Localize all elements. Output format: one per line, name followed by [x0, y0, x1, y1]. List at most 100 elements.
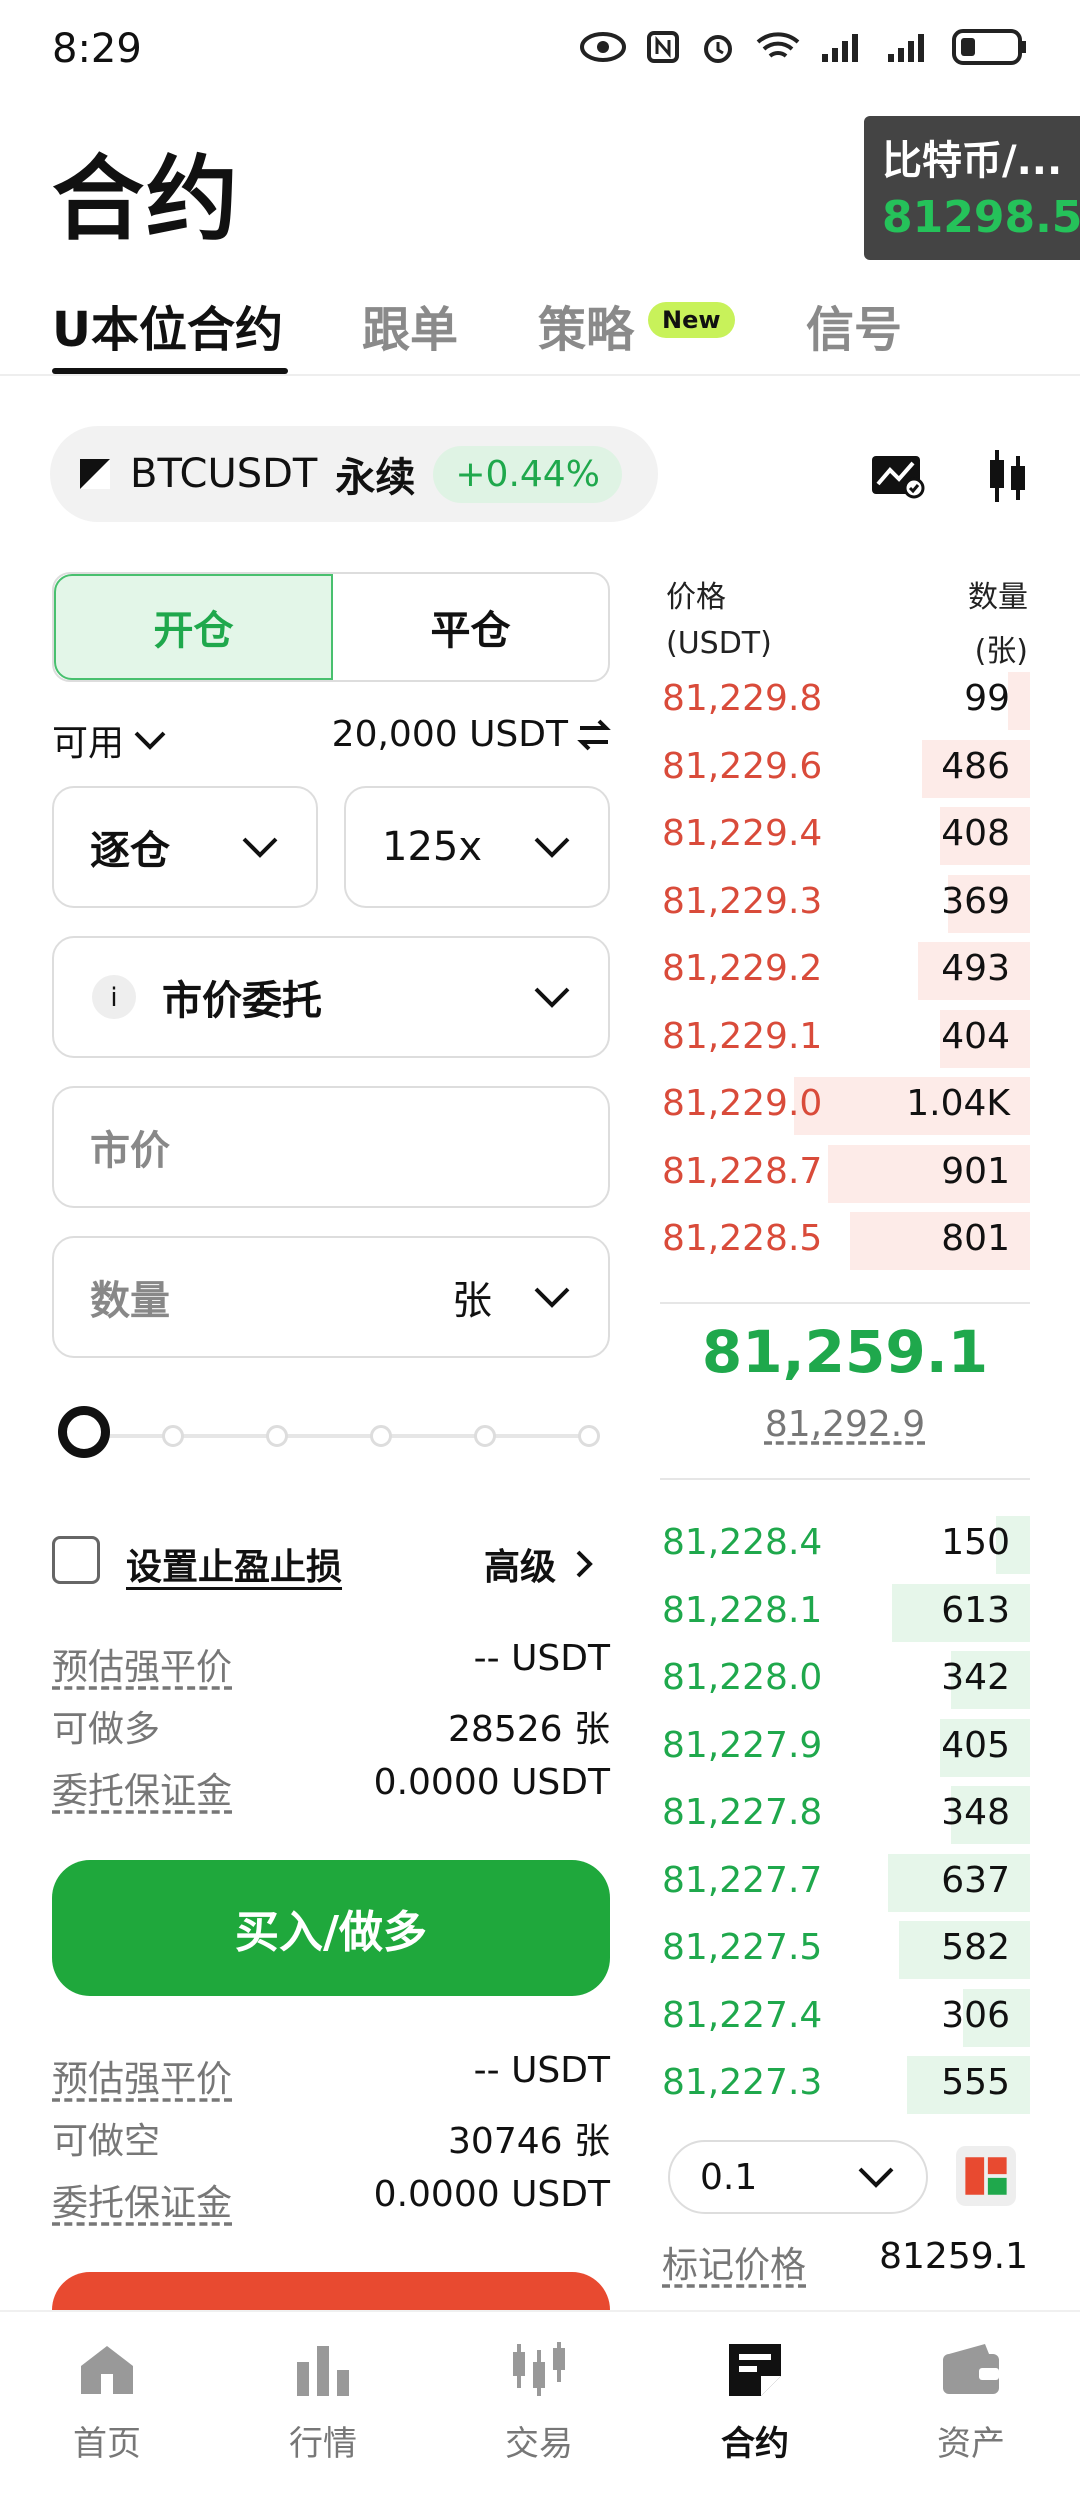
bid-price: 81,227.9: [662, 1724, 823, 1766]
slider-tick[interactable]: [266, 1425, 288, 1447]
order-type-select[interactable]: i 市价委托: [52, 936, 610, 1058]
short-info-value: 30746 张: [448, 2121, 610, 2162]
available-dropdown[interactable]: 可用: [52, 714, 168, 766]
signal-icon-2: [888, 34, 924, 62]
ask-row[interactable]: 81,229.2 493: [656, 938, 1030, 1000]
page-title: 合约: [52, 146, 241, 253]
bid-qty: 348: [941, 1792, 1010, 1833]
tab-u-contract[interactable]: U本位合约: [52, 290, 283, 360]
ask-row[interactable]: 81,229.4 408: [656, 803, 1030, 865]
leverage-select[interactable]: 125x: [344, 786, 610, 908]
chart-icon[interactable]: [868, 446, 928, 506]
ask-row[interactable]: 81,229.3 369: [656, 871, 1030, 933]
nav-trade[interactable]: 交易: [464, 2338, 614, 2465]
last-price[interactable]: 81,259.1: [660, 1318, 1030, 1386]
slider-tick[interactable]: [474, 1425, 496, 1447]
open-position-tab[interactable]: 开仓: [54, 574, 333, 680]
bid-qty: 582: [941, 1927, 1010, 1968]
tp-sl-checkbox[interactable]: [52, 1536, 100, 1584]
tp-sl-label[interactable]: 设置止盈止损: [126, 1538, 342, 1590]
bid-qty: 637: [941, 1859, 1010, 1901]
ask-row[interactable]: 81,228.7 901: [656, 1141, 1030, 1203]
nav-assets[interactable]: 资产: [896, 2338, 1046, 2465]
bar-chart-icon: [291, 2338, 355, 2402]
margin-mode-select[interactable]: 逐仓: [52, 786, 318, 908]
long-info-key: 可做多: [52, 1709, 161, 1750]
long-info-value: 28526 张: [448, 1709, 610, 1750]
bid-row[interactable]: 81,228.0 342: [656, 1647, 1030, 1709]
top-tabs: U本位合约 跟单 策略 New 信号: [0, 280, 1080, 376]
bid-price: 81,228.4: [662, 1522, 823, 1563]
tab-strategy[interactable]: 策略: [538, 290, 634, 360]
slider-tick[interactable]: [162, 1425, 184, 1447]
bid-price: 81,227.5: [662, 1927, 823, 1968]
tab-signal[interactable]: 信号: [806, 290, 902, 360]
ask-row[interactable]: 81,229.0 1.04K: [656, 1073, 1030, 1135]
status-icons: [580, 28, 1028, 66]
symbol-selector[interactable]: BTCUSDT 永续 +0.44%: [50, 426, 658, 522]
buy-long-button[interactable]: 买入/做多: [52, 1860, 610, 1996]
new-badge: New: [648, 302, 735, 338]
ask-price: 81,229.3: [662, 880, 823, 922]
orderbook-divider: [660, 1478, 1030, 1480]
nav-contract[interactable]: 合约: [680, 2338, 830, 2465]
mark-price-label[interactable]: 标记价格: [662, 2236, 806, 2288]
long-info-row: 预估强平价 -- USDT: [52, 1638, 610, 1688]
bid-row[interactable]: 81,227.3 555: [656, 2052, 1030, 2114]
short-info-key[interactable]: 委托保证金: [52, 2174, 232, 2224]
bid-row[interactable]: 81,227.8 348: [656, 1782, 1030, 1844]
nav-home[interactable]: 首页: [32, 2338, 182, 2465]
bid-row[interactable]: 81,227.5 582: [656, 1917, 1030, 1979]
chevron-down-icon: [858, 2167, 894, 2188]
bid-row[interactable]: 81,228.1 613: [656, 1580, 1030, 1642]
bid-price: 81,227.3: [662, 2062, 823, 2103]
ask-row[interactable]: 81,229.8 99: [656, 668, 1030, 730]
eye-icon: [580, 32, 626, 62]
nav-label: 资产: [937, 2424, 1005, 2464]
long-info-key[interactable]: 委托保证金: [52, 1762, 232, 1812]
ask-qty: 369: [941, 880, 1010, 922]
bid-row[interactable]: 81,227.9 405: [656, 1715, 1030, 1777]
bid-qty: 613: [941, 1589, 1010, 1631]
nav-market[interactable]: 行情: [248, 2338, 398, 2465]
ask-price: 81,229.4: [662, 813, 823, 854]
quantity-input[interactable]: 数量 张: [52, 1236, 610, 1358]
ask-price: 81,229.1: [662, 1015, 823, 1057]
orderbook-layout-icon[interactable]: [956, 2146, 1016, 2206]
slider-tick[interactable]: [370, 1425, 392, 1447]
info-icon[interactable]: i: [90, 973, 138, 1021]
price-input[interactable]: 市价: [52, 1086, 610, 1208]
slider-thumb[interactable]: [58, 1406, 110, 1458]
chevron-down-icon[interactable]: [532, 1284, 572, 1310]
bid-row[interactable]: 81,227.7 637: [656, 1850, 1030, 1912]
bid-price: 81,228.0: [662, 1657, 823, 1698]
bid-row[interactable]: 81,228.4 150: [656, 1512, 1030, 1574]
floating-ticker[interactable]: 比特币/... 81298.5: [864, 116, 1080, 260]
ask-row[interactable]: 81,229.6 486: [656, 736, 1030, 798]
floating-ticker-price: 81298.5: [882, 192, 1080, 243]
quantity-unit: 张: [452, 1278, 492, 1324]
ask-row[interactable]: 81,228.5 801: [656, 1208, 1030, 1270]
available-balance[interactable]: 20,000 USDT: [332, 714, 612, 755]
nav-label: 行情: [289, 2424, 357, 2464]
short-info-key[interactable]: 预估强平价: [52, 2050, 232, 2100]
advanced-link[interactable]: 高级: [484, 1538, 594, 1590]
bid-price: 81,227.8: [662, 1792, 823, 1833]
alarm-icon: [704, 35, 732, 63]
orderbook-price-unit: (USDT): [666, 626, 772, 661]
ask-qty: 404: [941, 1015, 1010, 1057]
candlestick-icon[interactable]: [978, 446, 1038, 506]
available-label: 可用: [52, 723, 125, 764]
ask-row[interactable]: 81,229.1 404: [656, 1006, 1030, 1068]
long-info-key[interactable]: 预估强平价: [52, 1638, 232, 1688]
mark-price[interactable]: 81,292.9: [660, 1404, 1030, 1445]
tab-copy-trading[interactable]: 跟单: [362, 290, 458, 360]
active-tab-underline: [52, 368, 288, 374]
short-info-row: 可做空 30746 张: [52, 2112, 610, 2162]
slider-tick[interactable]: [578, 1425, 600, 1447]
slider-track[interactable]: [84, 1434, 594, 1438]
bid-row[interactable]: 81,227.4 306: [656, 1985, 1030, 2047]
price-step-select[interactable]: 0.1: [668, 2140, 928, 2214]
wifi-icon: [756, 32, 800, 58]
close-position-tab[interactable]: 平仓: [333, 574, 608, 680]
